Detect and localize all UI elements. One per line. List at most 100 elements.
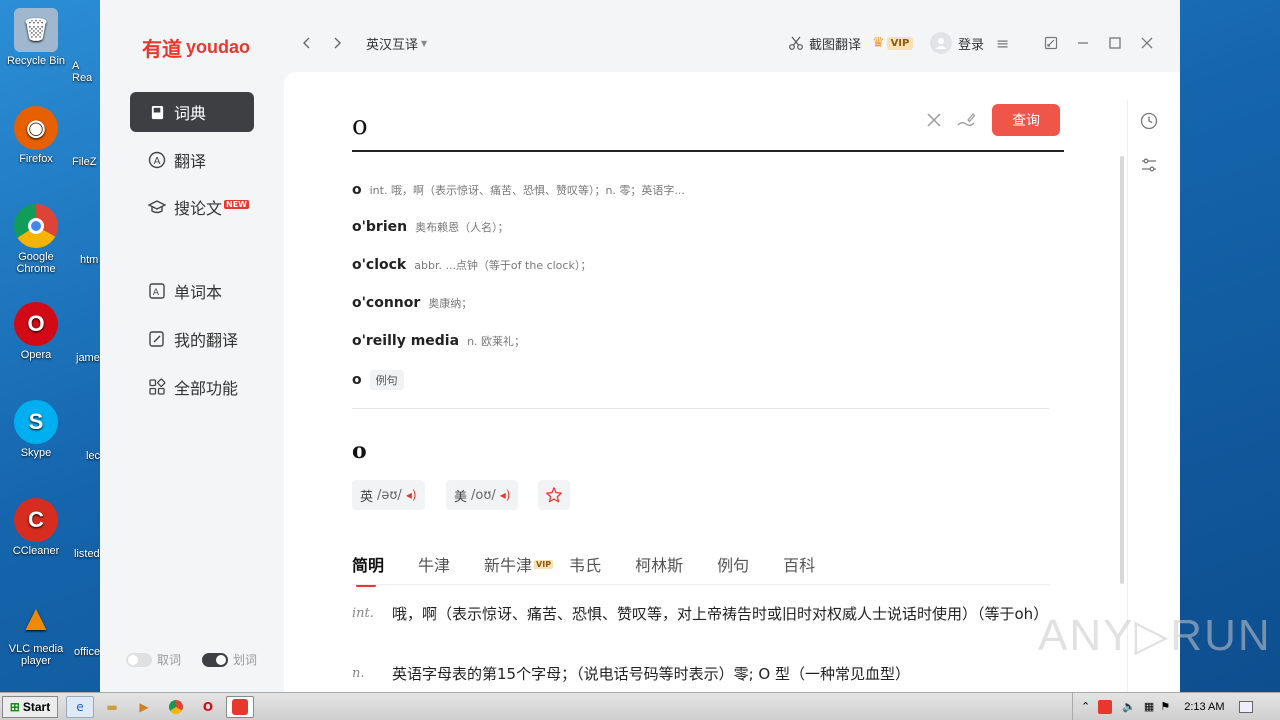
tab-collins[interactable]: 柯林斯: [635, 552, 683, 576]
youdao-tray-icon[interactable]: [1098, 699, 1113, 714]
nav-item-translate[interactable]: A 翻译: [130, 140, 254, 180]
nav-item-papers[interactable]: 搜论文 NEW: [130, 187, 254, 227]
suggestion-item[interactable]: o'clock abbr. ...点钟（等于of the clock）；: [352, 257, 591, 273]
tab-oxford[interactable]: 牛津: [418, 552, 450, 576]
recycle-bin-icon: 🗑: [14, 8, 58, 52]
tab-examples[interactable]: 例句: [717, 552, 749, 576]
explorer-taskbar-icon[interactable]: ▬: [98, 696, 126, 718]
suggestion-word: o'clock: [352, 257, 407, 273]
toggle-switch-on[interactable]: [202, 652, 228, 667]
tray-expand-icon[interactable]: ⌃: [1081, 700, 1090, 713]
query-button[interactable]: 查询: [992, 104, 1060, 136]
suggestion-item[interactable]: o'reilly media n. 欧莱礼；: [352, 333, 525, 349]
desktop-icon-label: lec: [86, 450, 100, 462]
definition-row: int. 哦，啊（表示惊讶、痛苦、恐惧、赞叹等，对上帝祷告时或旧时对权威人士说话…: [352, 602, 1052, 626]
nav-item-label: 全部功能: [174, 379, 239, 398]
top-bar: 英汉互译 ▼ 截图翻译 ♛ VIP 登录 ≡: [284, 0, 1180, 72]
desktop-icon-partial[interactable]: jame: [76, 352, 100, 364]
nav-item-wordbook[interactable]: A 单词本: [130, 271, 254, 311]
grid-icon: [148, 378, 166, 396]
history-clock-icon[interactable]: [1140, 112, 1158, 134]
desktop-icon-chrome[interactable]: Google Chrome: [0, 204, 72, 275]
tab-webster[interactable]: 韦氏: [569, 552, 601, 576]
vip-badge: VIP: [534, 559, 554, 569]
desktop-icon-partial[interactable]: A Rea: [72, 60, 100, 84]
tab-concise[interactable]: 简明: [352, 552, 384, 587]
toggle-switch-off[interactable]: [126, 652, 152, 667]
suggestion-item[interactable]: o 例句: [352, 370, 404, 390]
suggestion-item[interactable]: o'connor 奥康纳；: [352, 295, 472, 311]
desktop-icon-ccleaner[interactable]: C CCleaner: [0, 498, 72, 557]
start-label: Start: [22, 699, 51, 714]
scrollbar[interactable]: [1120, 156, 1124, 584]
suggestion-item[interactable]: o int. 哦，啊（表示惊讶、痛苦、恐惧、赞叹等）；n. 零；英语字...: [352, 182, 685, 198]
chevron-left-icon: [303, 37, 310, 49]
vip-label: VIP: [886, 36, 914, 50]
youdao-window: 有道 youdao 词典 A 翻译 搜论文 NEW A 单词本 我的翻译 全部功…: [100, 0, 1180, 692]
nav-item-label: 翻译: [174, 152, 207, 171]
toggle-select-word[interactable]: 划词: [202, 651, 257, 668]
suggestion-def: 奥康纳；: [428, 297, 473, 310]
clear-icon[interactable]: [926, 112, 942, 132]
part-of-speech: n.: [352, 666, 365, 681]
desktop-icon-partial[interactable]: htm: [80, 254, 100, 266]
suggestion-item[interactable]: o'brien 奥布赖恩（人名）；: [352, 219, 509, 235]
divider: [352, 408, 1049, 409]
desktop-icon-firefox[interactable]: ◉ Firefox: [0, 106, 72, 165]
pronunciation-us[interactable]: 美 /oʊ/ ◂): [446, 480, 519, 510]
desktop-icon-label: Skype: [20, 447, 52, 459]
edit-icon: [148, 330, 166, 348]
desktop-icon-partial[interactable]: listed: [74, 548, 100, 560]
toggle-pick-word[interactable]: 取词: [126, 651, 181, 668]
desktop-icon-skype[interactable]: S Skype: [0, 400, 72, 459]
start-button[interactable]: ⊞ Start: [2, 695, 58, 718]
opera-taskbar-icon[interactable]: O: [194, 696, 222, 718]
toggle-label: 划词: [233, 653, 258, 667]
desktop-icon-label: listed: [74, 548, 100, 560]
chrome-taskbar-icon[interactable]: [162, 696, 190, 718]
nav-item-all-features[interactable]: 全部功能: [130, 367, 254, 407]
handwriting-icon[interactable]: [956, 111, 976, 133]
tab-label: 新牛津: [484, 556, 533, 575]
media-player-taskbar-icon[interactable]: ▶: [130, 696, 158, 718]
flag-icon[interactable]: ⚑: [1160, 700, 1170, 713]
tab-underline-divider: [352, 584, 1049, 585]
desktop-icon-partial[interactable]: office: [74, 646, 100, 658]
youdao-logo: 有道 youdao: [142, 33, 250, 62]
pron-us-phonetic: /oʊ/: [471, 487, 496, 503]
nav-item-dictionary[interactable]: 词典: [130, 92, 254, 132]
favorite-star-icon[interactable]: [538, 480, 570, 510]
tab-new-oxford[interactable]: 新牛津 VIP: [484, 552, 554, 576]
desktop-icon-recycle-bin[interactable]: 🗑 Recycle Bin: [0, 8, 72, 67]
desktop-icon-label: office: [74, 646, 100, 658]
desktop-icon-label: CCleaner: [12, 545, 60, 557]
nav-item-my-translations[interactable]: 我的翻译: [130, 319, 254, 359]
settings-sliders-icon[interactable]: [1140, 156, 1158, 178]
svg-text:A: A: [154, 156, 161, 167]
youdao-taskbar-icon[interactable]: [226, 695, 254, 718]
desktop-icon-partial[interactable]: FileZ: [72, 156, 100, 168]
show-desktop-icon[interactable]: [1238, 700, 1253, 713]
desktop-icon-label: Recycle Bin: [6, 55, 66, 67]
desktop-icon-partial[interactable]: lec: [86, 450, 100, 462]
clock[interactable]: 2:13 AM: [1184, 701, 1224, 713]
avatar-icon: [930, 32, 952, 54]
chevron-right-icon: [334, 37, 341, 49]
desktop-icon-opera[interactable]: O Opera: [0, 302, 72, 361]
desktop-icon-label: htm: [80, 254, 99, 266]
definition-text: 英语字母表的第15个字母；（说电话号码等时表示）零; O 型（一种常见血型）: [392, 665, 910, 683]
network-icon[interactable]: ▦: [1144, 700, 1154, 713]
sidebar: 有道 youdao 词典 A 翻译 搜论文 NEW A 单词本 我的翻译 全部功…: [100, 0, 284, 692]
ie-taskbar-icon[interactable]: e: [66, 695, 94, 718]
firefox-icon: ◉: [14, 106, 58, 150]
language-mode-label: 英汉互译: [366, 37, 419, 53]
tab-encyclopedia[interactable]: 百科: [783, 552, 815, 576]
headword: o: [352, 438, 367, 464]
pronunciation-uk[interactable]: 英 /əʊ/ ◂): [352, 480, 425, 510]
search-input[interactable]: [352, 108, 912, 144]
nav-item-label: 我的翻译: [174, 331, 239, 350]
pron-us-label: 美: [454, 489, 468, 505]
volume-icon[interactable]: 🔈: [1122, 700, 1136, 713]
desktop-icon-vlc[interactable]: ▲ VLC media player: [0, 596, 72, 667]
toggle-label: 取词: [157, 653, 182, 667]
